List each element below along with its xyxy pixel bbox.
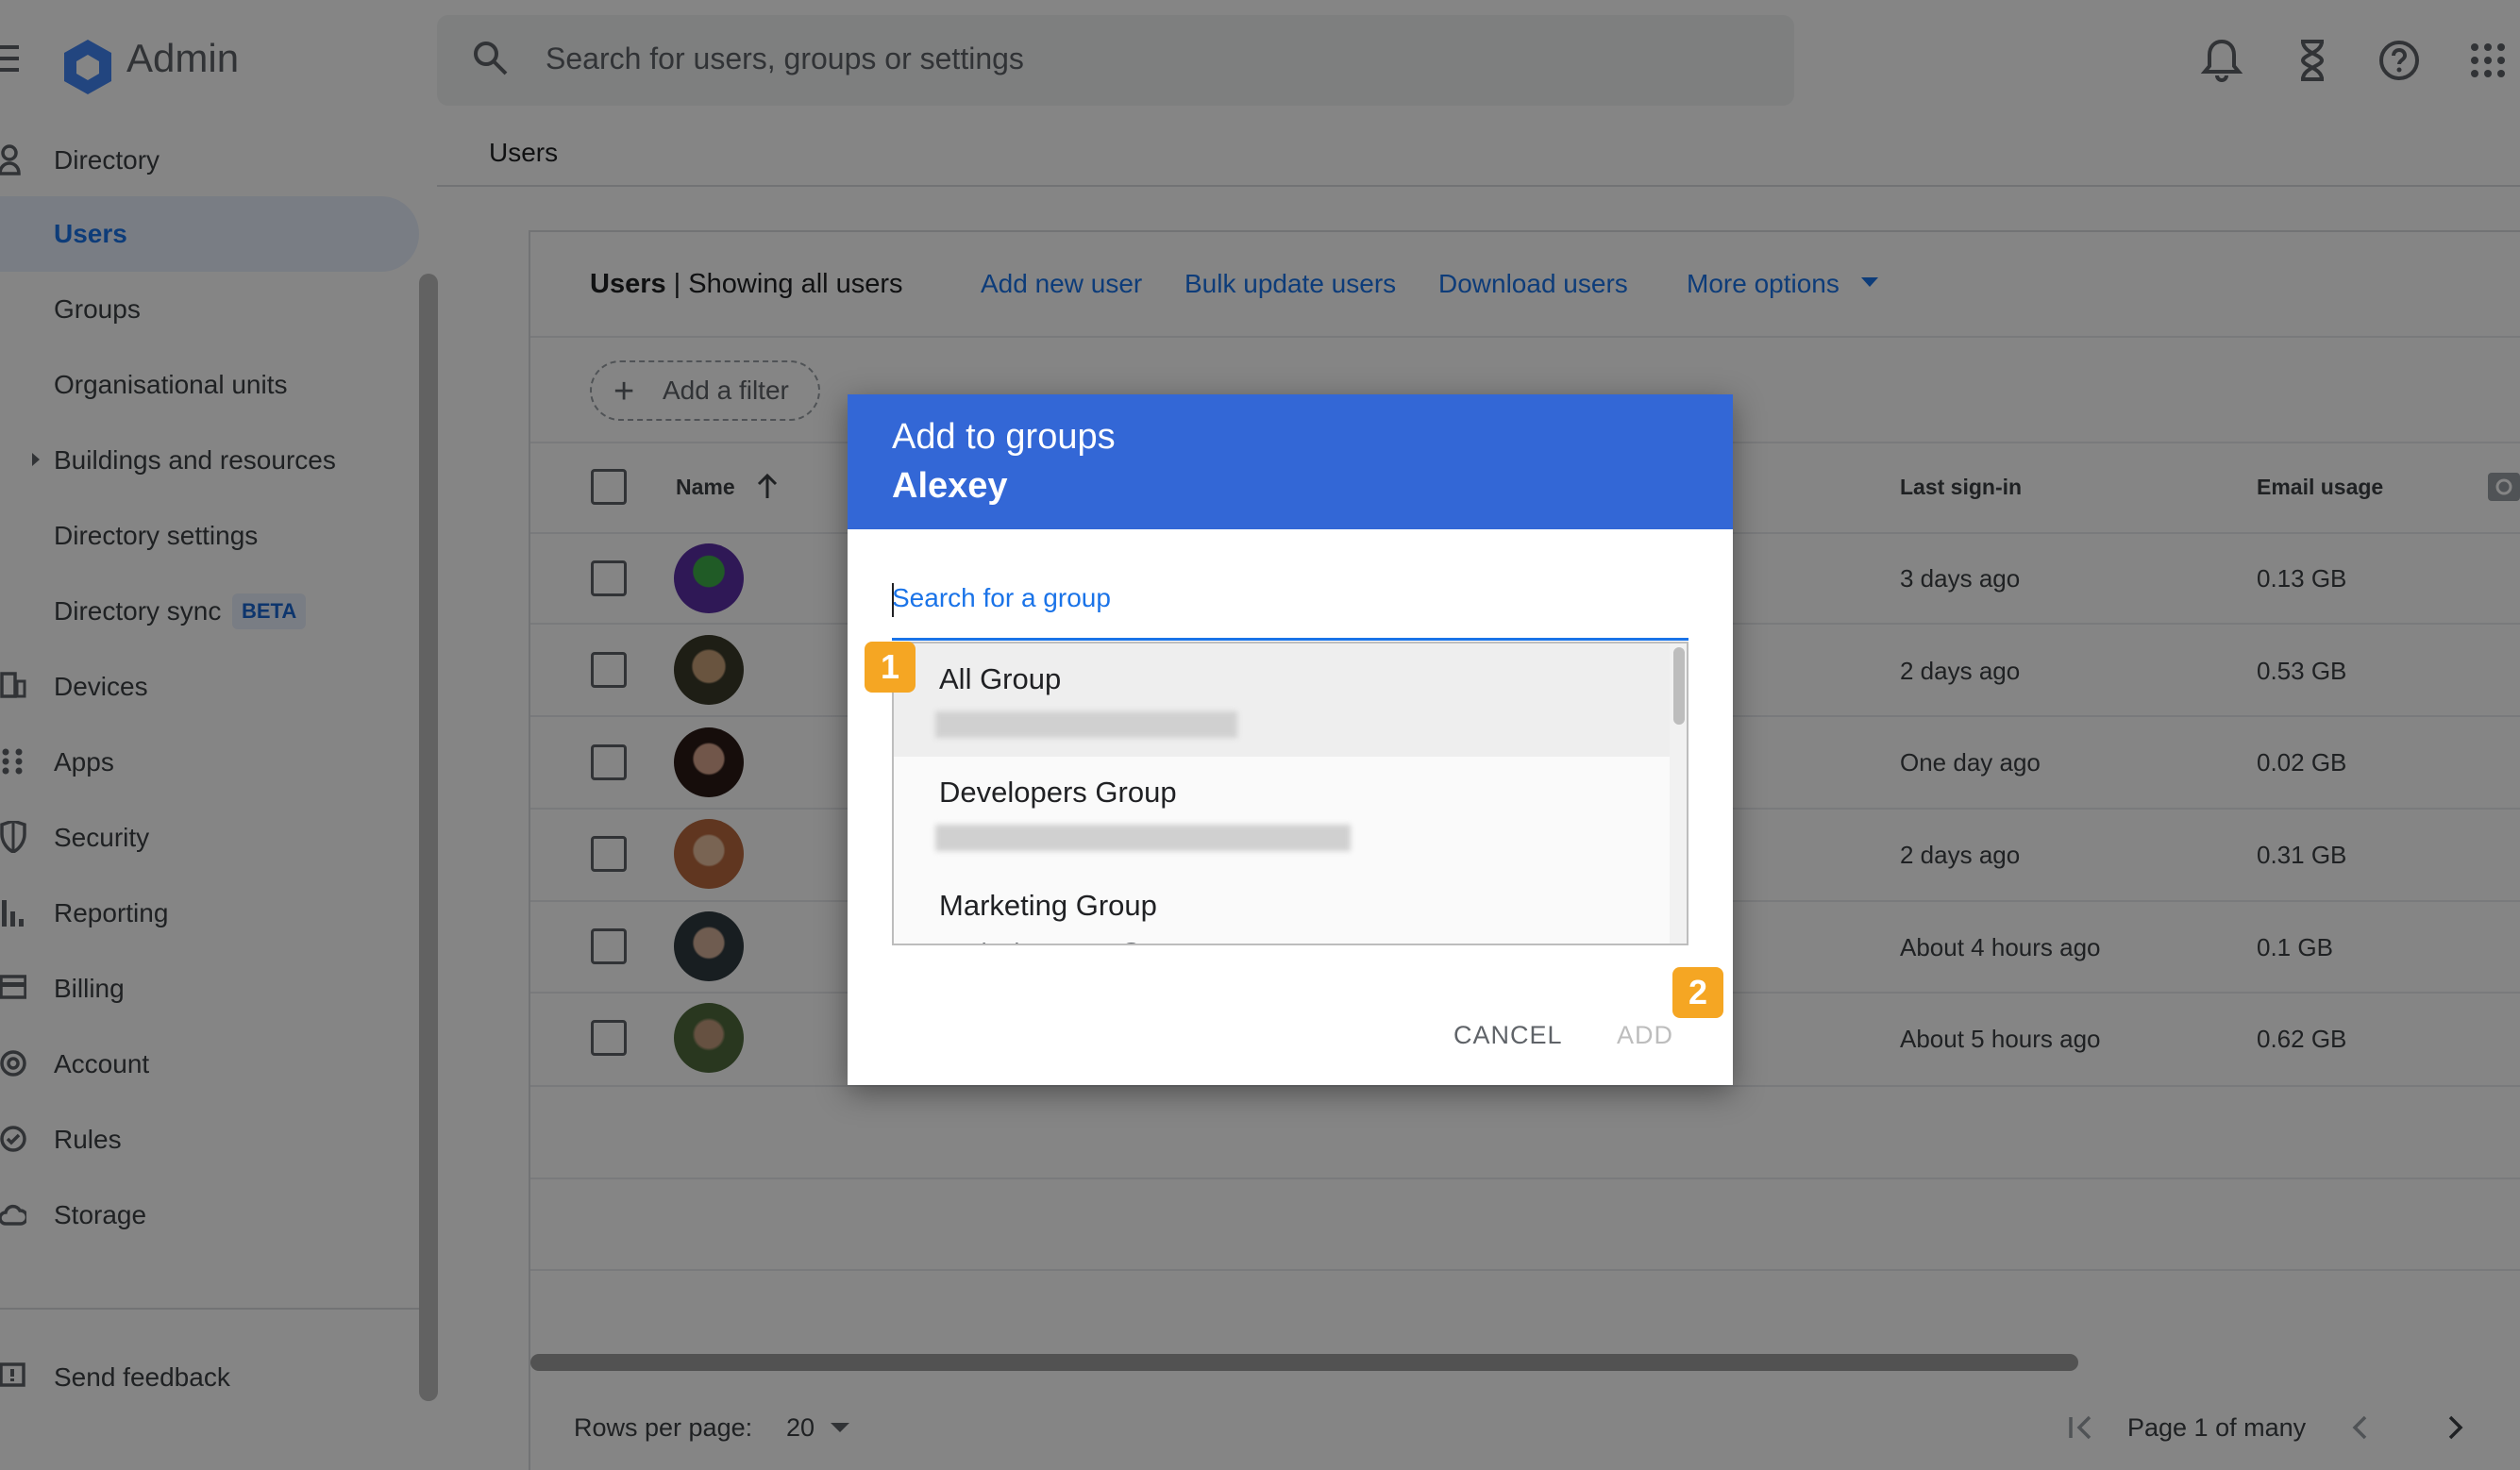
group-name: Developers Group: [939, 776, 1177, 809]
cancel-button[interactable]: CANCEL: [1453, 1021, 1563, 1050]
blurred-email: [935, 825, 1351, 851]
add-button[interactable]: ADD: [1617, 1021, 1673, 1050]
group-email: marketing-group@gantt-pro.com: [939, 938, 1294, 944]
text-cursor: [892, 583, 894, 617]
step-badge-1: 1: [865, 642, 916, 693]
dialog-title: Add to groups: [892, 417, 1116, 457]
group-option-developers-group[interactable]: Developers Group: [894, 757, 1670, 870]
blurred-email: [935, 711, 1237, 738]
group-option-all-group[interactable]: All Group: [894, 643, 1670, 757]
group-option-marketing-group[interactable]: Marketing Group marketing-group@gantt-pr…: [894, 870, 1670, 944]
group-search-input[interactable]: Search for a group: [892, 583, 1111, 613]
group-suggestion-list: All Group Developers Group Marketing Gro…: [892, 642, 1688, 945]
group-list-scroll-thumb[interactable]: [1673, 647, 1685, 725]
group-search-underline: [892, 638, 1688, 641]
dialog-subtitle: Alexey: [892, 466, 1008, 506]
admin-page: Admin Search for users, groups or settin…: [0, 0, 2520, 1470]
dialog-header: [848, 394, 1733, 529]
step-badge-2: 2: [1672, 967, 1723, 1018]
group-name: All Group: [939, 662, 1062, 695]
group-name: Marketing Group: [939, 889, 1157, 922]
